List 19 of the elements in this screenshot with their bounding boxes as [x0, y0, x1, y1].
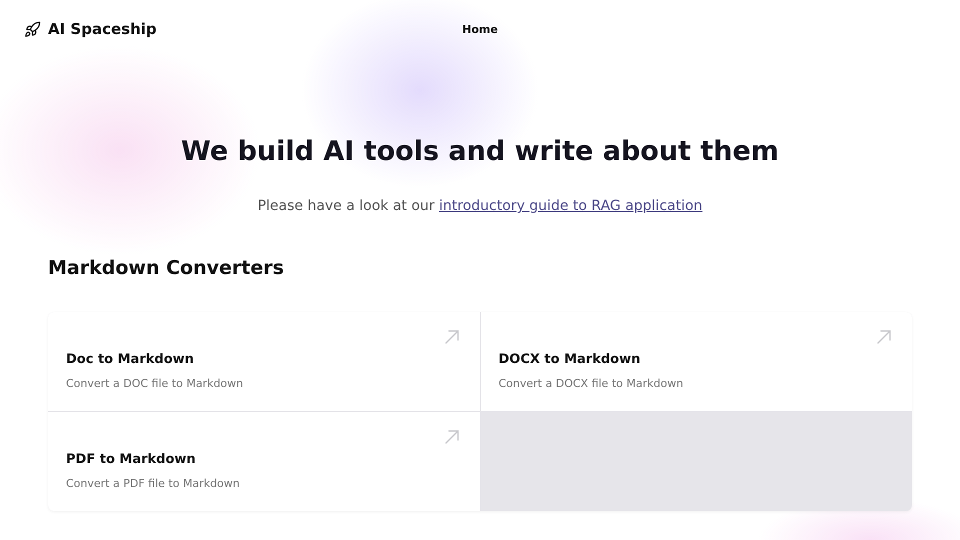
card-title: PDF to Markdown: [66, 452, 197, 467]
hero-intro: Please have a look at our introductory guide to RAG application: [256, 198, 704, 214]
card-description: Convert a PDF file to Markdown: [66, 477, 241, 490]
tool-card[interactable]: Doc to Markdown Convert a DOC file to Markdown: [48, 312, 480, 411]
tool-card[interactable]: DOCX to Markdown Convert a DOCX file to Markdown: [480, 312, 912, 411]
nav-link[interactable]: Home: [462, 22, 498, 36]
arrow-icon: [444, 329, 460, 345]
rocket-icon: [24, 20, 41, 38]
arrow-icon: [876, 329, 892, 345]
card-description: Convert a DOCX file to Markdown: [498, 377, 684, 390]
arrow-icon: [444, 429, 460, 445]
card-description: Convert a DOC file to Markdown: [66, 377, 244, 390]
card-title: DOCX to Markdown: [498, 352, 642, 367]
section-heading: Markdown Converters: [48, 257, 285, 279]
guide-link[interactable]: introductory guide to RAG application: [439, 198, 702, 214]
hero-heading: We build AI tools and write about them: [180, 136, 780, 167]
card-title: Doc to Markdown: [66, 352, 195, 367]
tool-card[interactable]: PDF to Markdown Convert a PDF file to Markdown: [48, 412, 480, 511]
site-logo-text[interactable]: AI Spaceship: [48, 20, 157, 38]
